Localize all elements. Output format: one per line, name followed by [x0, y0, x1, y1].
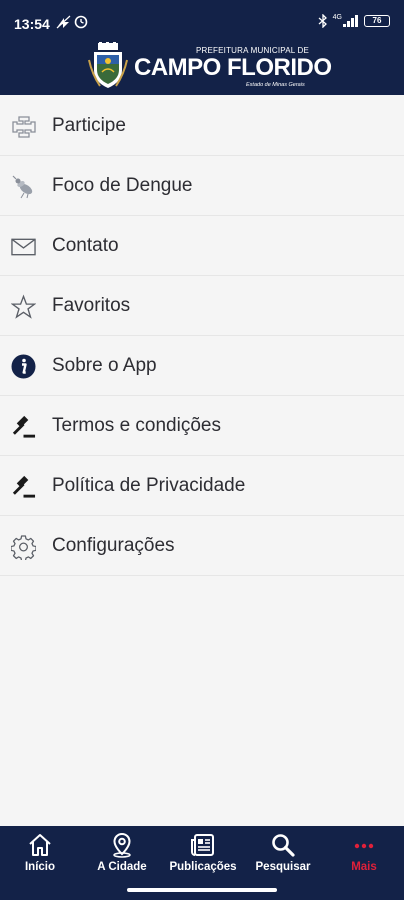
star-icon	[11, 294, 36, 319]
menu-item-contato[interactable]: Contato	[0, 216, 404, 276]
signal-type: 4G	[332, 13, 342, 21]
menu-item-participe[interactable]: Participe	[0, 96, 404, 156]
logo-main-text: CAMPO FLORIDO	[134, 54, 332, 81]
status-bar: 13:54 4G 76	[0, 0, 404, 40]
notification-icons	[56, 15, 90, 32]
menu-item-foco-de-dengue[interactable]: Foco de Dengue	[0, 156, 404, 216]
newspaper-icon	[191, 834, 214, 856]
location-pin-icon	[113, 832, 131, 858]
signal-icon	[343, 15, 358, 27]
menu-item-label: Configurações	[52, 535, 175, 556]
nav-tab-pesquisar[interactable]: Pesquisar	[243, 832, 323, 882]
home-icon	[29, 834, 51, 856]
nav-label: Mais	[351, 861, 377, 873]
participate-icon	[11, 114, 36, 139]
menu-item-termos-e-condicoes[interactable]: Termos e condições	[0, 396, 404, 456]
mosquito-icon	[11, 174, 36, 199]
bluetooth-icon	[318, 14, 327, 28]
menu-item-label: Política de Privacidade	[52, 475, 246, 496]
status-time: 13:54	[14, 16, 50, 32]
nav-label: Início	[24, 861, 56, 873]
home-indicator[interactable]	[127, 888, 277, 892]
envelope-icon	[11, 234, 36, 259]
menu-item-sobre-o-app[interactable]: Sobre o App	[0, 336, 404, 396]
info-icon	[11, 354, 36, 379]
city-logo: PREFEITURA MUNICIPAL DE CAMPO FLORIDO Es…	[88, 42, 332, 92]
nav-tab-publicacoes[interactable]: Publicações	[163, 832, 243, 882]
menu-item-label: Sobre o App	[52, 355, 157, 376]
battery-indicator: 76	[364, 15, 390, 27]
menu-list: Participe Foco de Dengue Contato Favorit…	[0, 96, 404, 576]
gavel-icon	[11, 474, 36, 499]
menu-item-configuracoes[interactable]: Configurações	[0, 516, 404, 576]
more-dots-icon	[354, 843, 374, 849]
nav-label: A Cidade	[97, 861, 147, 873]
nav-label: Pesquisar	[255, 861, 311, 873]
nav-tab-a-cidade[interactable]: A Cidade	[82, 832, 162, 882]
menu-item-label: Foco de Dengue	[52, 175, 193, 196]
logo-sub-text: Estado de Minas Gerais	[246, 82, 305, 88]
menu-item-favoritos[interactable]: Favoritos	[0, 276, 404, 336]
menu-item-label: Contato	[52, 235, 119, 256]
coat-of-arms-icon	[88, 42, 128, 88]
search-icon	[272, 834, 295, 857]
menu-item-label: Favoritos	[52, 295, 131, 316]
gavel-icon	[11, 414, 36, 439]
app-header: 13:54 4G 76 PREFEITURA MUNICIPAL DE CAMP…	[0, 0, 404, 95]
nav-tab-mais[interactable]: Mais	[324, 832, 404, 882]
notification-icons-svg	[56, 15, 88, 29]
gear-icon	[11, 534, 36, 560]
nav-tab-inicio[interactable]: Início	[0, 832, 80, 882]
status-right: 4G 76	[318, 14, 390, 28]
nav-label: Publicações	[169, 861, 237, 873]
menu-item-label: Participe	[52, 115, 126, 136]
menu-item-label: Termos e condições	[52, 415, 221, 436]
menu-item-politica-de-privacidade[interactable]: Política de Privacidade	[0, 456, 404, 516]
